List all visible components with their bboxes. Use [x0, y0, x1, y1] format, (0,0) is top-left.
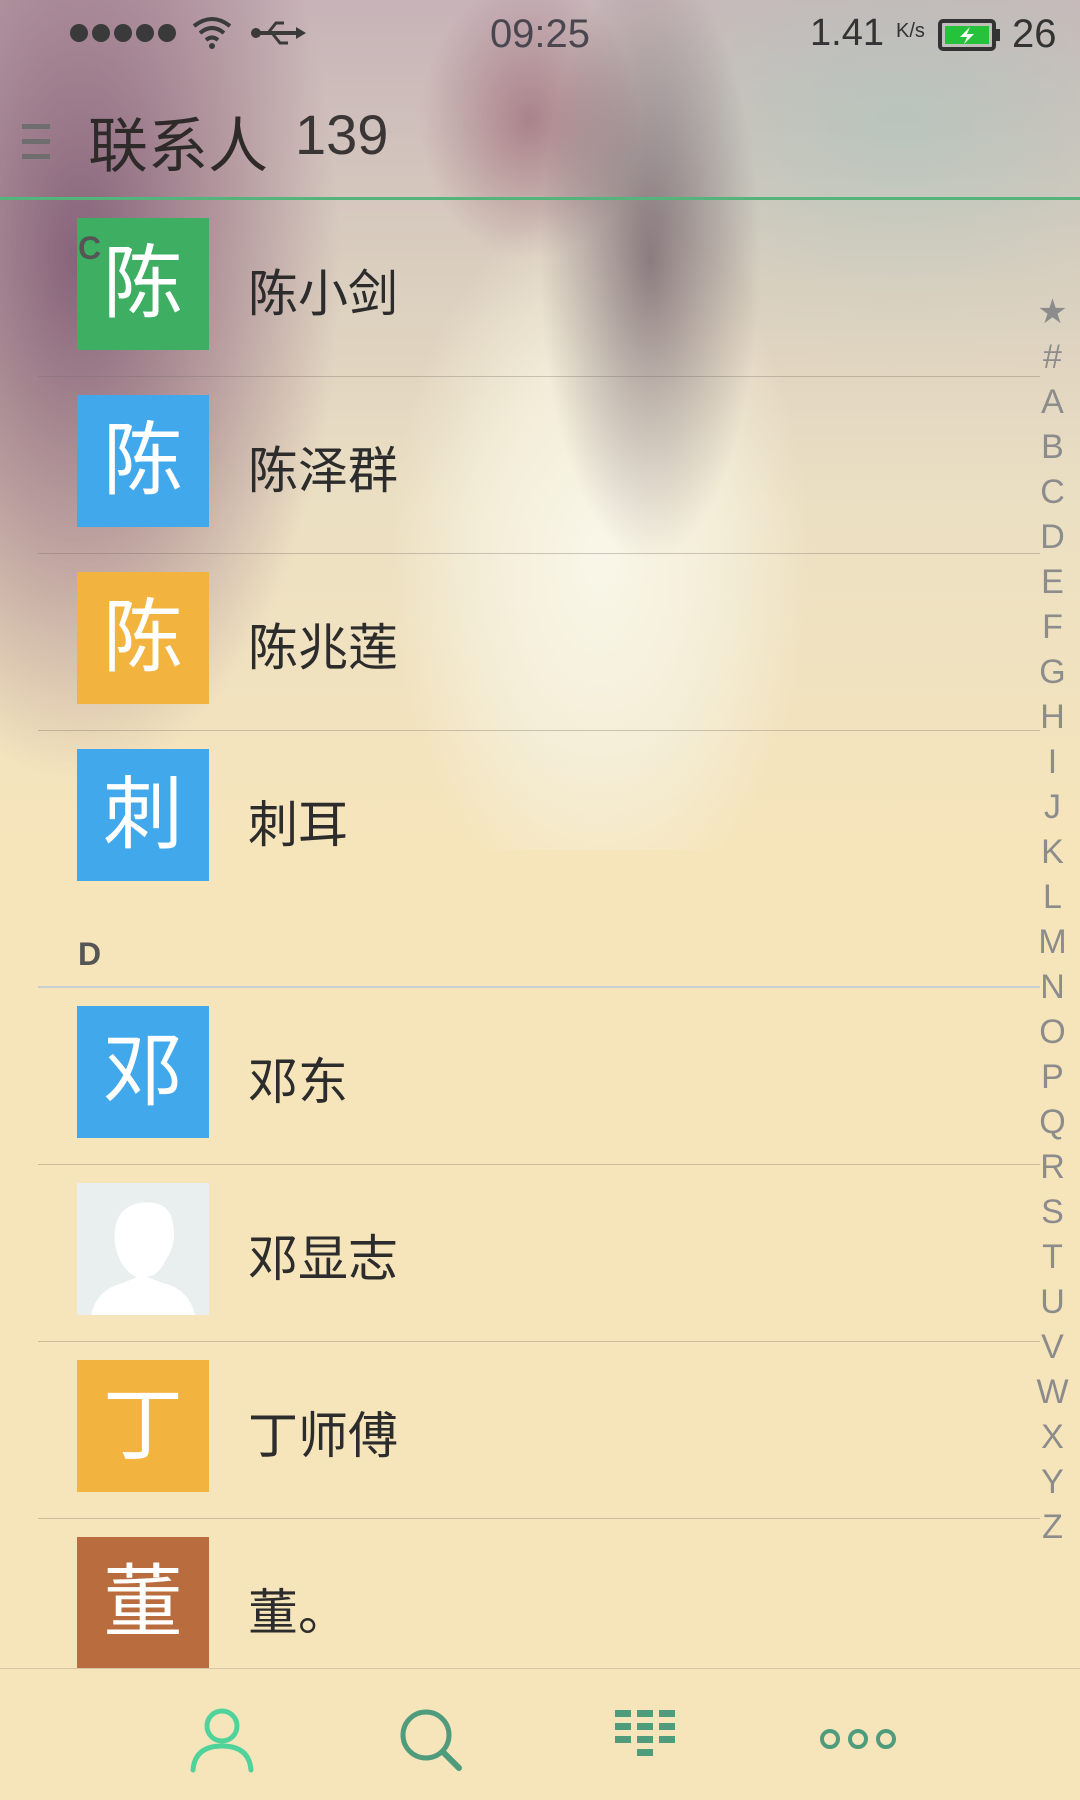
bottom-nav: [0, 1668, 1080, 1800]
index-letter[interactable]: ★: [1037, 290, 1067, 335]
contact-count: 139: [295, 103, 389, 166]
contact-list[interactable]: 陈 C 陈小剑 陈 陈泽群 陈 陈兆莲 刺 刺耳 D 邓 邓东 邓显志 丁 丁师…: [0, 200, 1040, 1668]
index-letter[interactable]: O: [1039, 1010, 1065, 1055]
index-letter[interactable]: J: [1044, 785, 1061, 830]
contact-avatar: 邓: [77, 1006, 209, 1138]
contact-row[interactable]: 陈 陈兆莲: [0, 554, 1040, 731]
contacts-icon: [190, 1708, 254, 1773]
index-letter[interactable]: W: [1036, 1370, 1068, 1415]
index-letter[interactable]: N: [1040, 965, 1065, 1010]
index-letter[interactable]: F: [1042, 605, 1063, 650]
page-title: 联系人: [88, 112, 268, 182]
contact-avatar: 陈: [77, 572, 209, 704]
status-bar: 09:25 1.41 K/s 26: [0, 0, 1080, 70]
usb-icon: [251, 21, 306, 45]
index-letter[interactable]: E: [1041, 560, 1064, 605]
search-icon: [400, 1709, 462, 1771]
index-letter[interactable]: T: [1042, 1235, 1063, 1280]
index-letter[interactable]: H: [1040, 695, 1065, 740]
signal-icon: [70, 24, 176, 42]
wifi-icon: [192, 17, 232, 49]
network-speed: 1.41: [810, 12, 884, 54]
contact-avatar: 陈: [77, 395, 209, 527]
default-avatar-icon: [77, 1183, 209, 1315]
contact-name: 邓东: [248, 1053, 348, 1111]
contact-row[interactable]: 陈 陈泽群: [0, 377, 1040, 554]
contact-name: 陈泽群: [248, 442, 398, 500]
index-letter[interactable]: G: [1039, 650, 1065, 695]
nav-search-button[interactable]: [385, 1699, 475, 1779]
index-letter[interactable]: M: [1038, 920, 1066, 965]
dialpad-icon: [615, 1710, 675, 1756]
index-letter[interactable]: #: [1043, 335, 1062, 380]
contact-row[interactable]: 丁 丁师傅: [0, 1342, 1040, 1519]
section-letter-c: C: [78, 230, 102, 266]
index-letter[interactable]: I: [1048, 740, 1057, 785]
index-letter[interactable]: Y: [1041, 1460, 1064, 1505]
contact-name: 邓显志: [248, 1230, 398, 1288]
section-letter-d: D: [78, 936, 102, 972]
contact-name: 刺耳: [248, 796, 348, 854]
index-letter[interactable]: D: [1040, 515, 1065, 560]
contact-row[interactable]: 邓 邓东: [0, 988, 1040, 1165]
index-letter[interactable]: U: [1040, 1280, 1065, 1325]
index-letter[interactable]: K: [1041, 830, 1064, 875]
index-letter[interactable]: B: [1041, 425, 1064, 470]
battery-charging-icon: [938, 19, 1000, 51]
contact-row[interactable]: 邓显志: [0, 1165, 1040, 1342]
index-letter[interactable]: S: [1041, 1190, 1064, 1235]
index-letter[interactable]: P: [1041, 1055, 1064, 1100]
contact-row[interactable]: 董 董。: [0, 1519, 1040, 1668]
nav-more-button[interactable]: [813, 1699, 903, 1779]
contacts-screen: 09:25 1.41 K/s 26 联系人 139 陈 C 陈小剑 陈 陈泽群 …: [0, 0, 1080, 1800]
app-header: 联系人 139: [0, 80, 1080, 198]
contact-avatar: 丁: [77, 1360, 209, 1492]
index-letter[interactable]: C: [1040, 470, 1065, 515]
alphabet-index-bar[interactable]: ★ # A B C D E F G H I J K L M N O P Q R S T U V W X Y Z: [1030, 290, 1075, 1550]
network-speed-unit: K/s: [896, 20, 925, 42]
menu-icon[interactable]: [22, 120, 54, 164]
contact-name: 陈小剑: [248, 265, 398, 323]
contact-name: 陈兆莲: [248, 619, 398, 677]
nav-dialpad-button[interactable]: [603, 1699, 693, 1779]
contact-row[interactable]: 陈 C 陈小剑: [0, 200, 1040, 377]
battery-level: 26: [1012, 12, 1057, 56]
index-letter[interactable]: X: [1041, 1415, 1064, 1460]
contact-name: 丁师傅: [248, 1407, 398, 1465]
index-letter[interactable]: V: [1041, 1325, 1064, 1370]
index-letter[interactable]: Z: [1042, 1505, 1063, 1550]
index-letter[interactable]: A: [1041, 380, 1064, 425]
section-header-d: D: [0, 908, 1040, 988]
contact-avatar: 刺: [77, 749, 209, 881]
nav-contacts-button[interactable]: [177, 1699, 267, 1779]
more-icon: [820, 1729, 896, 1749]
contact-avatar: 董: [77, 1537, 209, 1668]
index-letter[interactable]: L: [1043, 875, 1062, 920]
index-letter[interactable]: Q: [1039, 1100, 1065, 1145]
contact-row[interactable]: 刺 刺耳: [0, 731, 1040, 908]
clock: 09:25: [489, 12, 591, 56]
index-letter[interactable]: R: [1040, 1145, 1065, 1190]
contact-name: 董。: [248, 1584, 348, 1642]
